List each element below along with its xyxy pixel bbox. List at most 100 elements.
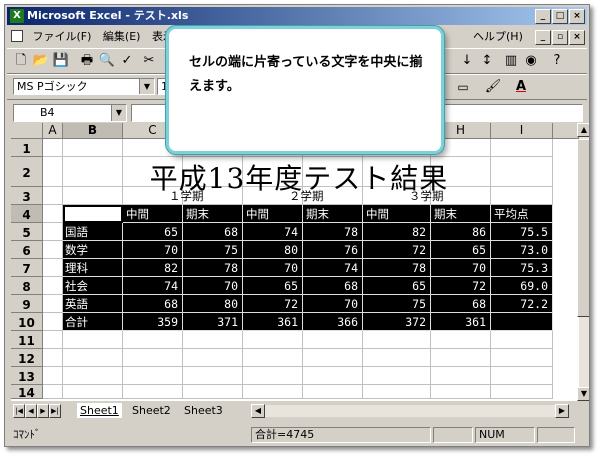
row-header-8[interactable]: 8 (11, 277, 43, 295)
table-cell[interactable]: 70 (303, 295, 363, 313)
grid-cell[interactable] (183, 349, 243, 367)
table-cell[interactable]: 72.2 (491, 295, 553, 313)
name-box[interactable]: B4 ▼ (13, 104, 127, 122)
grid-cell[interactable] (431, 367, 491, 385)
row-header-14[interactable]: 14 (11, 385, 43, 400)
table-cell[interactable]: 75 (363, 295, 431, 313)
table-cell[interactable]: 372 (363, 313, 431, 331)
grid-cell[interactable] (243, 349, 303, 367)
grid-cell[interactable] (491, 367, 553, 385)
grid-cell[interactable] (43, 223, 63, 241)
next-sheet-icon[interactable]: ▶ (37, 404, 49, 418)
row-header-9[interactable]: 9 (11, 295, 43, 313)
grid-cell[interactable] (303, 367, 363, 385)
column-header-b[interactable]: B (63, 123, 123, 139)
menu-help[interactable]: ヘルプ(H) (469, 27, 527, 46)
grid-cell[interactable] (123, 331, 183, 349)
table-cell[interactable]: 69.0 (491, 277, 553, 295)
row-header-13[interactable]: 13 (11, 367, 43, 385)
grid-cell[interactable] (63, 349, 123, 367)
sort-descending-icon[interactable]: ↓ (457, 52, 477, 70)
minimize-button[interactable]: _ (535, 9, 551, 24)
table-header-cell[interactable]: 中間 (363, 205, 431, 223)
grid-cell[interactable] (243, 367, 303, 385)
row-header-12[interactable]: 12 (11, 349, 43, 367)
table-cell[interactable]: 65 (123, 223, 183, 241)
row-header-10[interactable]: 10 (11, 313, 43, 331)
grid-cell[interactable] (43, 205, 63, 223)
tab-sheet1[interactable]: Sheet1 (77, 403, 122, 418)
grid-cell[interactable] (431, 349, 491, 367)
row-header-2[interactable]: 2 (11, 157, 43, 187)
menu-file[interactable]: ファイル(F) (29, 27, 96, 46)
scroll-thumb[interactable] (577, 139, 589, 317)
column-header-a[interactable]: A (43, 123, 63, 139)
table-cell[interactable]: 78 (363, 259, 431, 277)
table-cell[interactable]: 理科 (63, 259, 123, 277)
table-cell[interactable]: 359 (123, 313, 183, 331)
help-icon[interactable]: ? (547, 52, 567, 70)
open-icon[interactable]: 📂 (31, 52, 51, 70)
grid-cell[interactable] (43, 259, 63, 277)
grid-cell[interactable] (363, 331, 431, 349)
table-cell[interactable]: 80 (243, 241, 303, 259)
table-cell[interactable]: 英語 (63, 295, 123, 313)
table-cell[interactable]: 86 (431, 223, 491, 241)
close-button[interactable]: × (569, 9, 585, 24)
grid-cell[interactable] (43, 349, 63, 367)
table-cell[interactable]: 76 (303, 241, 363, 259)
new-icon[interactable]: 🗋 (11, 52, 31, 70)
table-cell[interactable]: 数学 (63, 241, 123, 259)
row-header-6[interactable]: 6 (11, 241, 43, 259)
grid-cell[interactable] (491, 139, 553, 157)
grid-cell[interactable] (43, 241, 63, 259)
grid-cell[interactable] (63, 139, 123, 157)
document-icon[interactable] (11, 30, 23, 42)
table-cell[interactable]: 82 (123, 259, 183, 277)
table-header-cell[interactable]: 期末 (183, 205, 243, 223)
grid-cell[interactable] (123, 385, 183, 399)
table-cell[interactable]: 72 (363, 241, 431, 259)
grid-cell[interactable] (43, 187, 63, 205)
table-cell[interactable]: 75.5 (491, 223, 553, 241)
row-header-5[interactable]: 5 (11, 223, 43, 241)
menu-edit[interactable]: 編集(E) (99, 27, 145, 46)
table-cell[interactable]: 361 (243, 313, 303, 331)
table-cell[interactable]: 75 (183, 241, 243, 259)
grid-cell[interactable] (183, 385, 243, 399)
maximize-button[interactable]: □ (552, 9, 568, 24)
scroll-up-icon[interactable]: ▲ (577, 123, 589, 137)
table-cell[interactable]: 70 (123, 241, 183, 259)
table-header-cell[interactable]: 期末 (303, 205, 363, 223)
fill-color-icon[interactable]: 🖌 (483, 78, 503, 96)
sort-ascending-icon[interactable]: ↕ (477, 52, 497, 70)
grid-cell[interactable] (431, 385, 491, 399)
table-cell[interactable]: 68 (431, 295, 491, 313)
grid-cell[interactable] (491, 349, 553, 367)
table-cell[interactable]: 合計 (63, 313, 123, 331)
table-cell[interactable]: 68 (123, 295, 183, 313)
table-cell[interactable]: 72 (431, 277, 491, 295)
row-header-1[interactable]: 1 (11, 139, 43, 157)
select-all-corner[interactable] (11, 123, 43, 139)
table-cell[interactable]: 70 (431, 259, 491, 277)
scroll-right-icon[interactable]: ▶ (555, 404, 569, 418)
table-cell[interactable]: 70 (183, 277, 243, 295)
grid-cell[interactable] (491, 331, 553, 349)
doc-minimize-button[interactable]: _ (535, 30, 551, 45)
grid-cell[interactable] (183, 367, 243, 385)
grid-cell[interactable] (123, 367, 183, 385)
row-header-7[interactable]: 7 (11, 259, 43, 277)
table-cell[interactable]: 74 (303, 259, 363, 277)
first-sheet-icon[interactable]: |◀ (13, 404, 25, 418)
table-header-cell[interactable] (63, 205, 123, 223)
table-header-cell[interactable]: 中間 (243, 205, 303, 223)
tab-sheet3[interactable]: Sheet3 (181, 403, 226, 418)
prev-sheet-icon[interactable]: ◀ (25, 404, 37, 418)
grid-cell[interactable] (243, 385, 303, 399)
table-header-cell[interactable]: 中間 (123, 205, 183, 223)
borders-icon[interactable]: ▭ (453, 78, 473, 96)
grid-cell[interactable] (491, 157, 553, 187)
grid-cell[interactable] (243, 331, 303, 349)
spellcheck-icon[interactable]: ✓ (117, 52, 137, 70)
